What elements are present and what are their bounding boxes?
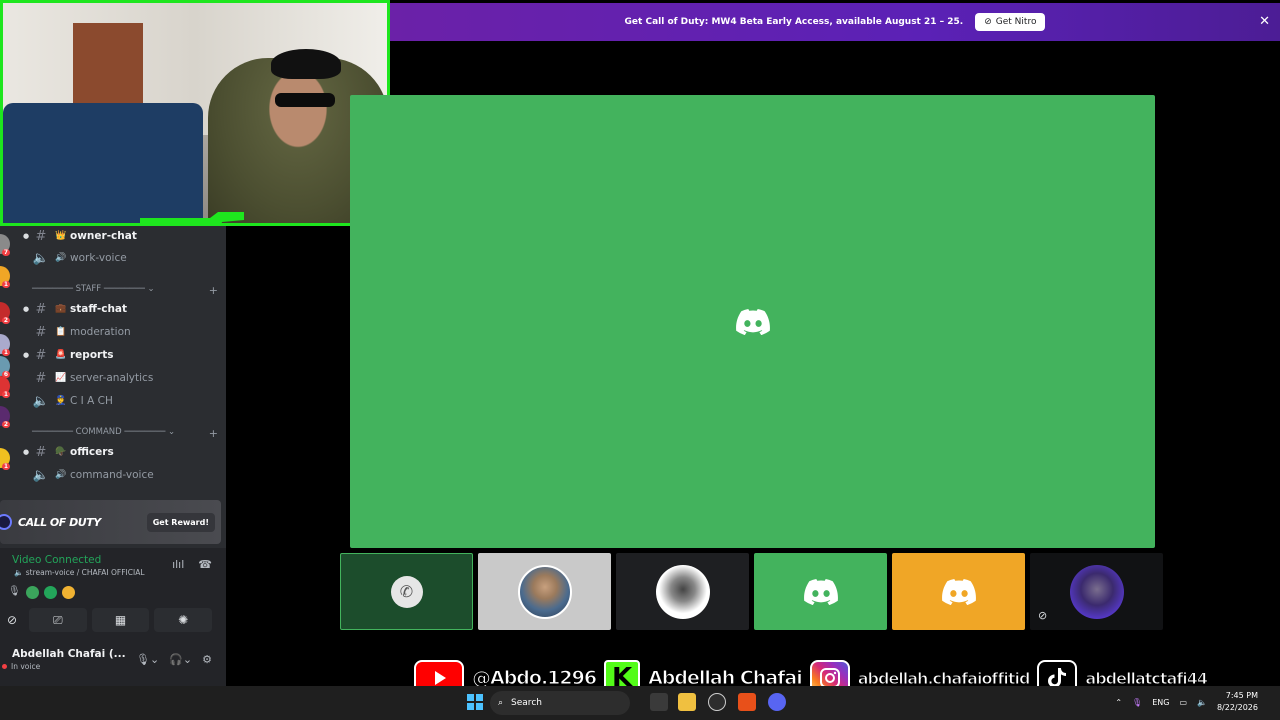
discord-taskbar-icon[interactable] bbox=[768, 693, 786, 711]
channel-command-voice[interactable]: 🔈 🔊 command-voice bbox=[22, 465, 218, 485]
get-nitro-button[interactable]: ⊘ Get Nitro bbox=[975, 13, 1046, 31]
get-reward-button[interactable]: Get Reward! bbox=[146, 512, 215, 532]
main-video-stage[interactable] bbox=[350, 95, 1155, 548]
participant-tiles: ✆ ⊘ bbox=[340, 553, 1165, 630]
hash-icon: # bbox=[35, 228, 47, 244]
phone-icon: ✆ bbox=[390, 575, 423, 608]
category-staff[interactable]: ──────── STAFF ──────── ⌄ + bbox=[32, 284, 218, 297]
cod-reward-banner: CALL OF DUTY Get Reward! bbox=[0, 500, 221, 544]
cod-logo: CALL OF DUTY bbox=[0, 514, 101, 530]
headphones-icon[interactable]: 🎧⌄ bbox=[169, 653, 192, 666]
clock[interactable]: 7:45 PM 8/22/2026 bbox=[1217, 690, 1258, 714]
add-channel-icon[interactable]: + bbox=[209, 284, 218, 297]
server-icon[interactable]: 1 bbox=[0, 266, 10, 288]
discord-logo-icon bbox=[941, 578, 976, 605]
file-explorer-icon[interactable] bbox=[678, 693, 696, 711]
soundboard-icon[interactable]: ✺ bbox=[154, 608, 213, 632]
hash-icon: # bbox=[35, 444, 47, 460]
participant-tile[interactable] bbox=[616, 553, 749, 630]
instagram-handle: abdellah.chafaioffitid bbox=[857, 668, 1031, 688]
voice-connection-panel: Video Connected 🔈 stream-voice / CHAFAI … bbox=[0, 548, 226, 640]
banner-text: Get Call of Duty: MW4 Beta Early Access,… bbox=[624, 17, 964, 27]
network-icon[interactable]: ▭ bbox=[1179, 698, 1187, 707]
system-tray: ⌃ 🎙 ENG ▭ 🔈 7:45 PM 8/22/2026 bbox=[1115, 690, 1258, 714]
channel-reports[interactable]: ● # 🚨 reports bbox=[22, 345, 218, 365]
close-icon[interactable]: ✕ bbox=[1259, 14, 1270, 29]
avatar bbox=[655, 564, 710, 619]
participant-tile[interactable] bbox=[892, 553, 1025, 630]
participant-tile[interactable] bbox=[754, 553, 887, 630]
hash-icon: # bbox=[35, 301, 47, 317]
mic-off-icon: 🎙 bbox=[8, 586, 21, 597]
server-list: 7 1 2 1 6 1 2 1 bbox=[0, 226, 10, 496]
voice-members: 🎙 bbox=[8, 586, 75, 599]
server-icon[interactable]: 1 bbox=[0, 448, 10, 470]
nitro-icon: ⊘ bbox=[984, 17, 992, 27]
channel-owner-chat[interactable]: ● # 👑 owner-chat bbox=[22, 226, 218, 246]
activities-icon[interactable]: ▦ bbox=[91, 608, 150, 632]
disconnect-icon[interactable]: ☎ bbox=[198, 558, 212, 571]
noise-suppression-icon[interactable]: ılıl bbox=[172, 558, 184, 571]
speaker-icon: 🔈 bbox=[32, 250, 50, 266]
search-icon: ⌕ bbox=[498, 698, 504, 708]
language-indicator[interactable]: ENG bbox=[1152, 698, 1169, 707]
participant-tile[interactable] bbox=[478, 553, 611, 630]
participant-tile[interactable]: ✆ bbox=[340, 553, 473, 630]
channel-ciach-voice[interactable]: 🔈 👮 C I A CH bbox=[22, 391, 218, 411]
member-avatar[interactable] bbox=[25, 586, 39, 599]
server-icon[interactable]: 1 bbox=[0, 376, 10, 398]
windows-taskbar: ⌕ Search ⌃ 🎙 ENG ▭ 🔈 7:45 PM 8/22/2026 bbox=[0, 686, 1280, 720]
channel-server-analytics[interactable]: # 📈 server-analytics bbox=[22, 368, 218, 388]
member-avatar[interactable] bbox=[61, 586, 75, 599]
microphone-icon[interactable]: 🎙 bbox=[1132, 698, 1142, 707]
voice-channel-path[interactable]: 🔈 stream-voice / CHAFAI OFFICIAL bbox=[14, 568, 145, 577]
webcam-overlay bbox=[0, 0, 390, 226]
discord-logo-icon bbox=[735, 308, 770, 335]
speaker-icon: 🔈 bbox=[32, 467, 50, 483]
channel-moderation[interactable]: # 📋 moderation bbox=[22, 322, 218, 342]
avatar bbox=[517, 564, 572, 619]
chevron-up-icon[interactable]: ⌃ bbox=[1115, 698, 1122, 707]
participant-tile[interactable]: ⊘ bbox=[1030, 553, 1163, 630]
hash-icon: # bbox=[35, 370, 47, 386]
taskbar-search[interactable]: ⌕ Search bbox=[490, 691, 630, 715]
hash-icon: # bbox=[35, 347, 47, 363]
channel-sidebar: 7 1 2 1 6 1 2 1 ● # 👑 owner-chat 🔈 🔊 work… bbox=[0, 226, 226, 686]
channel-work-voice[interactable]: 🔈 🔊 work-voice bbox=[22, 248, 218, 268]
camera-off-icon[interactable]: ⊘ bbox=[0, 608, 24, 632]
screen-share-icon[interactable]: ⎚ bbox=[29, 608, 87, 632]
server-icon[interactable]: 7 bbox=[0, 234, 10, 256]
mic-muted-icon: ⊘ bbox=[1038, 609, 1048, 622]
hash-icon: # bbox=[35, 324, 47, 340]
add-channel-icon[interactable]: + bbox=[209, 427, 218, 440]
volume-icon[interactable]: 🔈 bbox=[1197, 698, 1207, 707]
server-icon[interactable]: 2 bbox=[0, 302, 10, 324]
browser-icon[interactable] bbox=[708, 693, 726, 711]
server-icon[interactable]: 6 bbox=[0, 356, 10, 378]
voice-status[interactable]: Video Connected bbox=[12, 554, 101, 566]
category-command[interactable]: ──────── COMMAND ──────── ⌄ + bbox=[32, 427, 218, 440]
discord-logo-icon bbox=[803, 578, 838, 605]
channel-officers[interactable]: ● # 🪖 officers bbox=[22, 442, 218, 462]
channel-staff-chat[interactable]: ● # 💼 staff-chat bbox=[22, 299, 218, 319]
user-panel[interactable]: Abdellah Chafai (... In voice 🎙⌄ 🎧⌄ ⚙ bbox=[0, 640, 226, 686]
tiktok-handle: abdellatctafi44 bbox=[1085, 668, 1209, 688]
user-name: Abdellah Chafai (... bbox=[12, 648, 126, 660]
server-icon[interactable]: 1 bbox=[0, 334, 10, 356]
screen: Get Call of Duty: MW4 Beta Early Access,… bbox=[0, 0, 1280, 720]
member-avatar[interactable] bbox=[43, 586, 57, 599]
avatar bbox=[1069, 564, 1124, 619]
brave-icon[interactable] bbox=[738, 693, 756, 711]
server-icon[interactable]: 2 bbox=[0, 406, 10, 428]
user-status: In voice bbox=[11, 662, 41, 671]
task-view-icon[interactable] bbox=[650, 693, 668, 711]
microphone-icon[interactable]: 🎙⌄ bbox=[136, 653, 159, 666]
gear-icon[interactable]: ⚙ bbox=[202, 653, 212, 666]
quest-icon bbox=[0, 514, 12, 530]
windows-start-icon[interactable] bbox=[467, 694, 483, 710]
speaker-icon: 🔈 bbox=[32, 393, 50, 409]
nitro-banner: Get Call of Duty: MW4 Beta Early Access,… bbox=[390, 3, 1280, 41]
